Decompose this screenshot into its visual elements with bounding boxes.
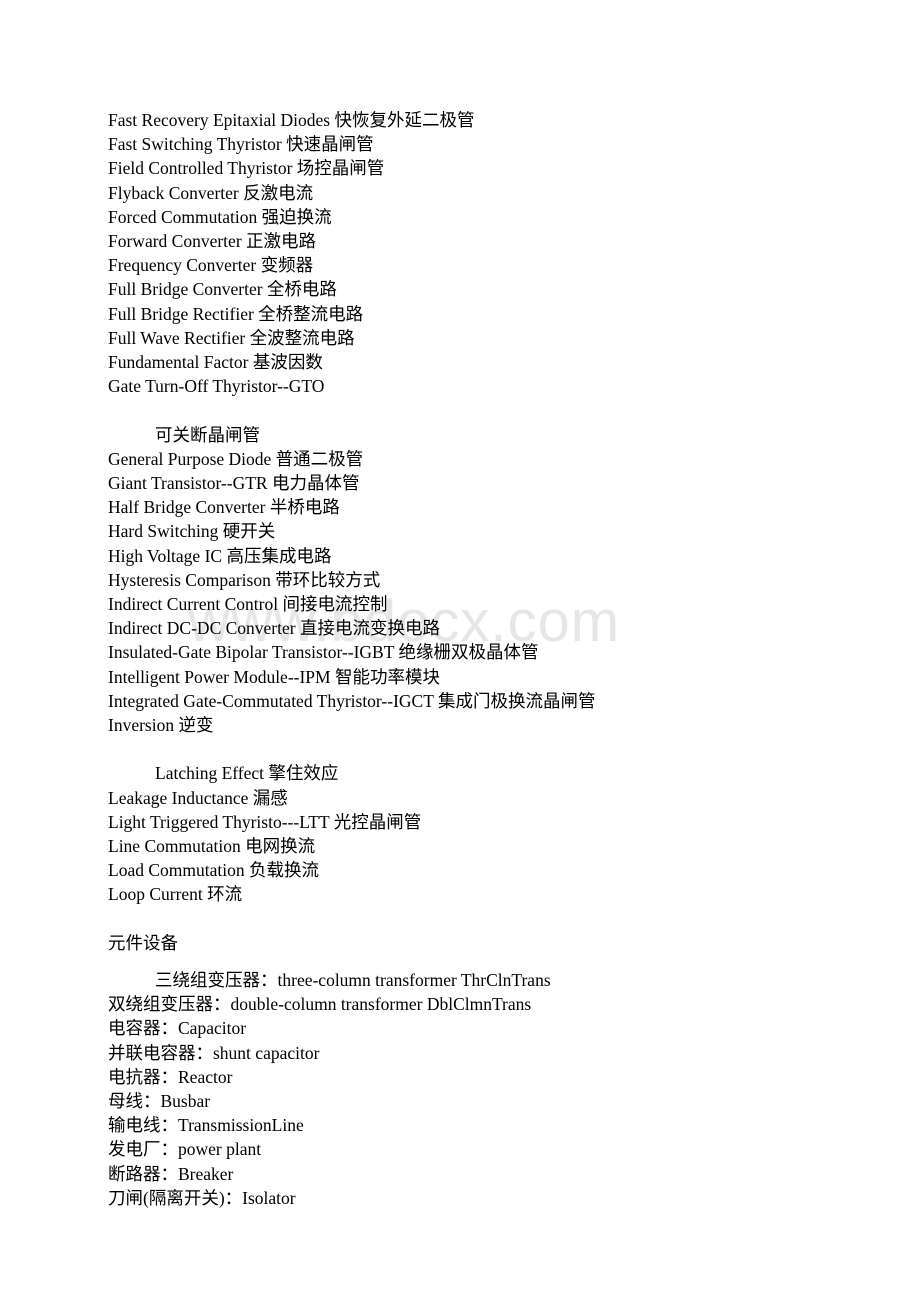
glossary-line: Gate Turn-Off Thyristor--GTO — [108, 376, 325, 397]
glossary-line: Load Commutation 负载换流 — [108, 860, 319, 881]
document-page: www.bdocx.com Fast Recovery Epitaxial Di… — [0, 0, 920, 1302]
glossary-line: Full Bridge Rectifier 全桥整流电路 — [108, 303, 364, 324]
glossary-line: Latching Effect 擎住效应 — [155, 763, 339, 784]
equipment-line: 输电线：TransmissionLine — [108, 1115, 304, 1136]
glossary-line: Giant Transistor--GTR 电力晶体管 — [108, 473, 360, 494]
glossary-line: Integrated Gate-Commutated Thyristor--IG… — [108, 690, 596, 711]
glossary-line: High Voltage IC 高压集成电路 — [108, 545, 332, 566]
glossary-line: Indirect Current Control 间接电流控制 — [108, 594, 388, 615]
glossary-line: Hard Switching 硬开关 — [108, 521, 276, 542]
glossary-line: Line Commutation 电网换流 — [108, 836, 316, 857]
equipment-list: 三绕组变压器：three-column transformer ThrClnTr… — [108, 968, 878, 1210]
equipment-line: 电抗器：Reactor — [108, 1066, 233, 1087]
glossary-line: 可关断晶闸管 — [155, 424, 260, 445]
glossary-line: Insulated-Gate Bipolar Transistor--IGBT … — [108, 642, 539, 663]
glossary-line: Leakage Inductance 漏感 — [108, 787, 288, 808]
glossary-line: Flyback Converter 反激电流 — [108, 182, 314, 203]
equipment-line: 双绕组变压器：double-column transformer DblClmn… — [108, 994, 532, 1015]
glossary-line: Inversion 逆变 — [108, 715, 214, 736]
glossary-line: Full Bridge Converter 全桥电路 — [108, 279, 337, 300]
glossary-block-l: Latching Effect 擎住效应 Leakage Inductance … — [108, 761, 878, 906]
glossary-line: Fast Switching Thyristor 快速晶闸管 — [108, 134, 374, 155]
glossary-line: Fast Recovery Epitaxial Diodes 快恢复外延二极管 — [108, 110, 475, 130]
glossary-line: Indirect DC-DC Converter 直接电流变换电路 — [108, 618, 440, 639]
equipment-line: 并联电容器：shunt capacitor — [108, 1042, 320, 1063]
glossary-line: Loop Current 环流 — [108, 884, 243, 905]
glossary-line: Frequency Converter 变频器 — [108, 255, 314, 276]
glossary-line: Intelligent Power Module--IPM 智能功率模块 — [108, 666, 440, 687]
glossary-line: Field Controlled Thyristor 场控晶闸管 — [108, 158, 385, 179]
glossary-line: Fundamental Factor 基波因数 — [108, 352, 323, 373]
glossary-line: General Purpose Diode 普通二极管 — [108, 448, 364, 469]
glossary-line: Forced Commutation 强迫换流 — [108, 206, 332, 227]
glossary-line: Forward Converter 正激电路 — [108, 231, 317, 252]
document-content: Fast Recovery Epitaxial Diodes 快恢复外延二极管 … — [108, 108, 878, 1210]
equipment-line: 断路器：Breaker — [108, 1163, 234, 1184]
equipment-line: 刀闸(隔离开关)：Isolator — [108, 1187, 296, 1208]
glossary-line: Hysteresis Comparison 带环比较方式 — [108, 569, 381, 590]
glossary-line: Light Triggered Thyristo---LTT 光控晶闸管 — [108, 811, 422, 832]
equipment-line: 电容器：Capacitor — [108, 1018, 247, 1039]
glossary-line: Full Wave Rectifier 全波整流电路 — [108, 327, 355, 348]
glossary-block-f-g: Fast Recovery Epitaxial Diodes 快恢复外延二极管 … — [108, 108, 878, 398]
equipment-line: 发电厂：power plant — [108, 1139, 262, 1160]
equipment-line: 三绕组变压器：three-column transformer ThrClnTr… — [155, 970, 551, 991]
glossary-block-g-i: 可关断晶闸管 General Purpose Diode 普通二极管 Giant… — [108, 423, 878, 738]
section-heading: 元件设备 — [108, 932, 178, 953]
equipment-line: 母线：Busbar — [108, 1091, 211, 1112]
glossary-line: Half Bridge Converter 半桥电路 — [108, 497, 340, 518]
